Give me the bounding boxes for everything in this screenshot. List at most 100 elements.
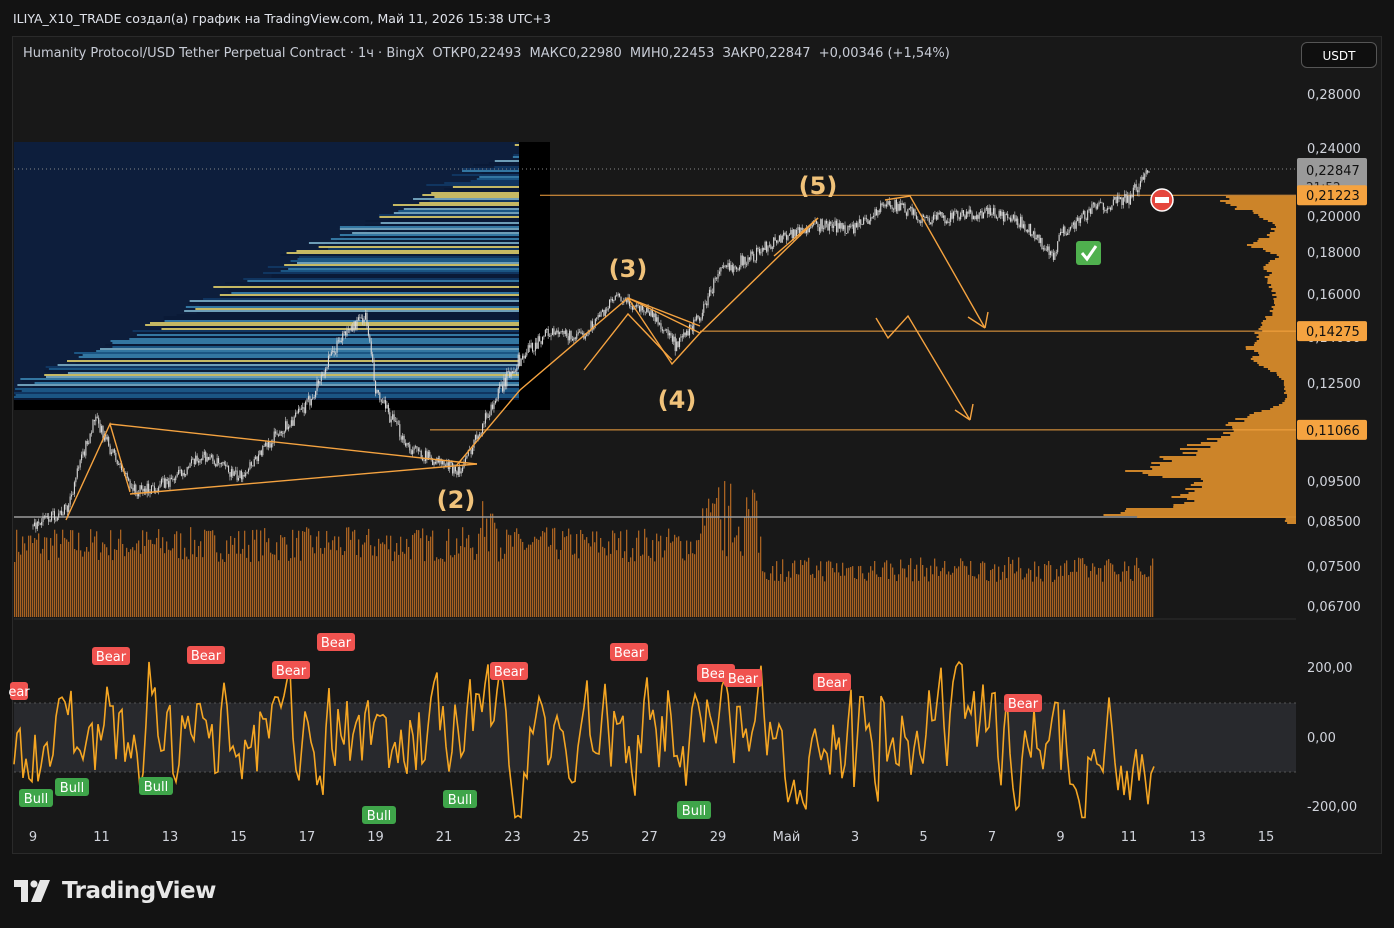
candle-body <box>118 464 120 465</box>
volume-bar <box>872 570 874 617</box>
candle-body <box>205 451 207 462</box>
candle-body <box>453 466 455 474</box>
volume-bar <box>856 579 858 617</box>
candle-body <box>172 478 174 480</box>
volume-bar <box>654 561 656 617</box>
candle-body <box>671 335 673 342</box>
candle-body <box>1001 212 1003 216</box>
candle-body <box>457 467 459 475</box>
candle-body <box>239 470 241 478</box>
volume-bar <box>306 527 308 617</box>
volume-bar <box>60 544 62 617</box>
bull-signal-label: Bull <box>443 790 477 808</box>
candle-body <box>851 224 853 227</box>
candle-body <box>1115 196 1117 204</box>
candle-body <box>1044 248 1046 250</box>
volume-bar <box>926 567 928 617</box>
candle-body <box>1118 196 1120 200</box>
candle-body <box>407 443 409 445</box>
x-tick-label: Май <box>773 830 801 845</box>
volume-bar <box>456 538 458 617</box>
bear-label-text: Bear <box>1008 697 1039 712</box>
volume-bar <box>992 568 994 617</box>
volume-bar <box>1082 557 1084 617</box>
y-tick-label: 0,28000 <box>1307 88 1361 103</box>
candle-body <box>513 370 515 374</box>
legend-change: +0,00346 (+1,54%) <box>818 46 950 61</box>
currency-button[interactable]: USDT <box>1301 42 1377 68</box>
candle-body <box>530 343 532 348</box>
volume-bar <box>786 576 788 617</box>
candle-body <box>576 333 578 339</box>
volume-bar <box>878 576 880 617</box>
candle-body <box>683 332 685 338</box>
candle-body <box>580 331 582 334</box>
volume-bar <box>300 560 302 617</box>
candle-body <box>577 332 579 334</box>
volume-bar <box>70 530 72 617</box>
candle-body <box>696 315 698 321</box>
candle-body <box>43 516 46 518</box>
volume-bar <box>466 538 468 617</box>
candle-body <box>41 521 43 525</box>
volume-bar <box>606 555 608 617</box>
candle-body <box>900 203 902 211</box>
volume-profile-bar <box>1244 420 1296 422</box>
candle-body <box>844 225 846 234</box>
volume-profile-bar <box>1276 254 1296 256</box>
check-box <box>1076 241 1101 265</box>
candle-body <box>619 293 621 297</box>
candle-body <box>968 209 970 214</box>
volume-profile-bar <box>1252 210 1296 212</box>
candle-body <box>79 460 81 468</box>
volume-bar <box>256 529 258 617</box>
tradingview-brand[interactable]: TradingView <box>14 876 216 906</box>
volume-bar <box>522 541 524 617</box>
candle-body <box>290 420 292 426</box>
volume-bar <box>1112 564 1114 617</box>
volume-bar <box>148 539 150 617</box>
candle-body <box>82 451 84 455</box>
volume-bar <box>602 546 604 617</box>
volume-bar <box>364 542 366 617</box>
y-tick-label: 0,20000 <box>1307 210 1361 225</box>
price-chart[interactable]: 0,280000,240000,200000,180000,160000,140… <box>0 0 1394 928</box>
candle-body <box>601 309 604 312</box>
volume-bar <box>280 535 282 617</box>
volume-bar <box>496 528 498 617</box>
volume-profile-bar <box>1171 496 1296 498</box>
candle-body <box>1071 224 1073 227</box>
volume-bar <box>674 534 676 617</box>
candle-body <box>1005 213 1007 215</box>
volume-bar <box>828 560 830 617</box>
volume-profile-bar <box>1269 274 1296 276</box>
candle-body <box>788 234 790 236</box>
candle-body <box>202 454 204 461</box>
volume-bar <box>890 563 892 617</box>
candle-body <box>932 214 935 221</box>
candle-body <box>1055 252 1057 253</box>
candle-body <box>630 306 632 307</box>
candle-body <box>559 332 561 334</box>
candle-body <box>255 456 257 460</box>
volume-bar <box>216 552 218 617</box>
volume-bar <box>414 533 416 617</box>
candle-body <box>948 222 950 223</box>
volume-bar <box>994 564 996 617</box>
bear-label-text: Bear <box>276 664 307 679</box>
candle-body <box>797 227 799 230</box>
candle-body <box>1027 229 1029 233</box>
volume-profile-bar <box>1182 452 1296 454</box>
candle-body <box>891 207 893 209</box>
candle-body <box>452 462 454 474</box>
volume-profile-bar <box>1275 258 1296 260</box>
candle-body <box>895 199 897 212</box>
candle-body <box>76 468 78 478</box>
candle-body <box>757 247 759 249</box>
volume-profile-bar <box>1278 376 1296 378</box>
volume-profile-bar <box>1257 240 1296 242</box>
volume-bar <box>74 548 76 617</box>
volume-profile-bar <box>1253 412 1296 414</box>
candle-body <box>877 210 879 216</box>
volume-bar <box>52 545 54 617</box>
